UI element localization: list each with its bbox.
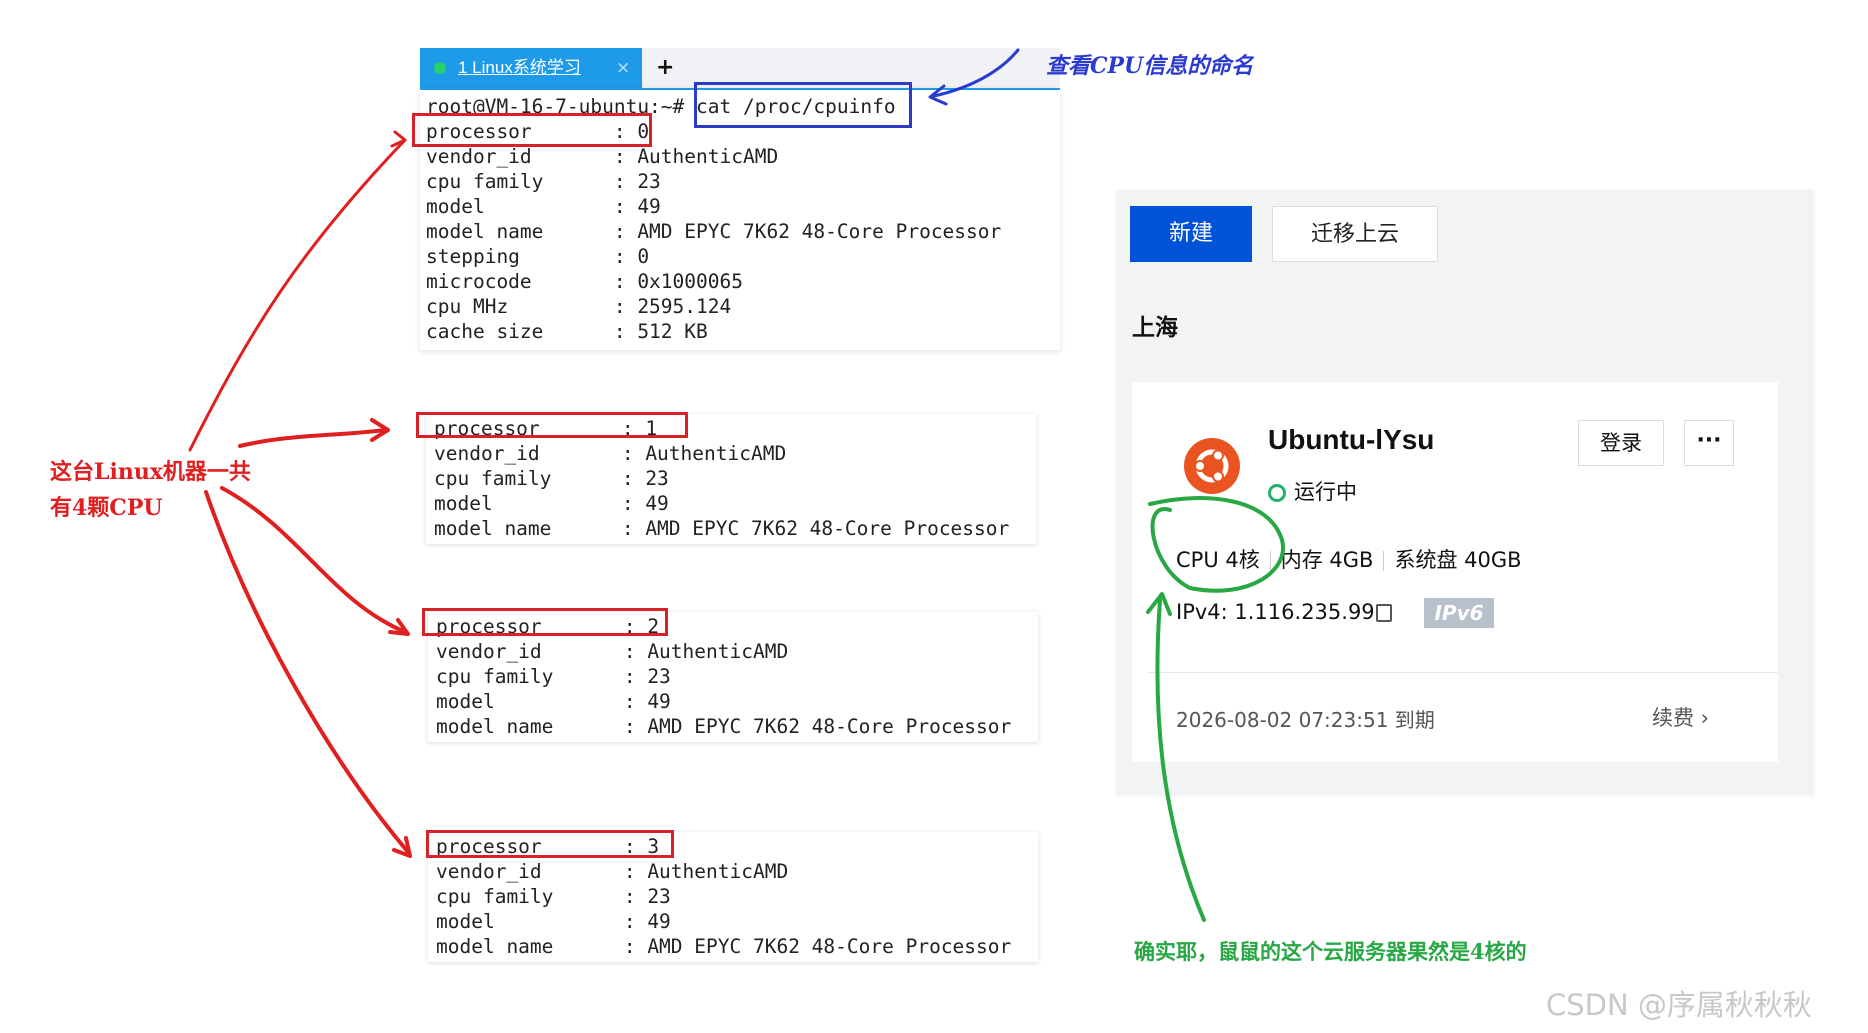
watermark: CSDN @序属秋秋秋 — [1546, 988, 1812, 1022]
arrow-to-cpu — [1155, 598, 1206, 922]
arrow-to-processor-3 — [204, 490, 410, 854]
annotation-overlay — [188, 48, 1286, 922]
arrow-to-processor-1 — [238, 428, 387, 448]
arrow-to-command — [932, 48, 1020, 98]
cpu-circle — [1148, 496, 1286, 593]
arrow-to-processor-2 — [220, 486, 407, 634]
arrow-to-processor-0 — [188, 138, 407, 452]
